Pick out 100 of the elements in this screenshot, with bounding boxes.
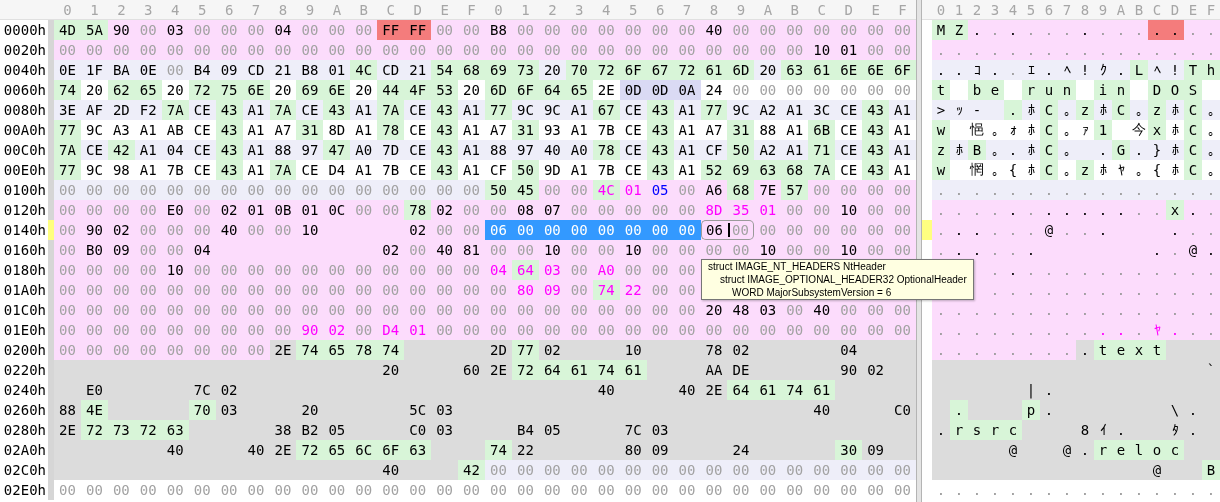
hex-byte: 2E (273, 341, 293, 360)
row-offset: 0220h (2, 361, 47, 380)
hex-byte: 88 (758, 121, 778, 140)
hex-byte: 22 (515, 441, 535, 460)
hex-byte: 00 (354, 261, 374, 280)
hex-byte: 9C (731, 101, 751, 120)
text-char: . (1061, 321, 1073, 340)
text-char: e (986, 80, 1004, 100)
hex-byte: 00 (704, 481, 724, 500)
hex-byte: 22 (623, 281, 643, 300)
hex-byte: 43 (215, 160, 243, 180)
hex-byte: 00 (58, 481, 77, 500)
hex-byte: D4 (327, 161, 347, 180)
hex-byte: 00 (569, 201, 589, 220)
hex-byte: A0 (354, 141, 374, 160)
text-char: G (1112, 140, 1130, 160)
hex-byte: 00 (84, 41, 104, 60)
text-char: @ (1007, 441, 1019, 460)
hex-byte: 01 (758, 201, 778, 220)
hex-byte: 00 (462, 481, 481, 500)
text-char: D (1148, 80, 1166, 100)
hex-byte: 00 (408, 281, 428, 300)
hex-byte: 8D (327, 121, 347, 140)
column-label: 3 (574, 0, 585, 19)
text-char: . (953, 341, 965, 360)
text-char: . (950, 400, 968, 420)
row-offset: 0060h (2, 81, 47, 100)
hex-byte: 00 (408, 41, 428, 60)
hex-byte: 61 (700, 60, 728, 80)
hex-byte: 31 (296, 120, 324, 140)
hex-byte: 00 (300, 481, 320, 500)
hex-byte: 43 (431, 120, 459, 140)
text-char: t (932, 80, 950, 100)
hex-byte: A1 (354, 101, 374, 120)
text-char: C (1112, 100, 1130, 120)
text-char: ! (1079, 61, 1091, 80)
hex-byte: 00 (785, 301, 805, 320)
column-label: 3 (143, 0, 154, 19)
text-char: . (1079, 441, 1091, 460)
text-cursor (728, 223, 731, 237)
hex-byte: 43 (862, 120, 890, 140)
hex-byte: 00 (327, 41, 347, 60)
text-char: ﾎ (1026, 141, 1036, 160)
text-char: . (1043, 341, 1055, 360)
hex-byte: 00 (273, 181, 293, 200)
hex-byte: 01 (327, 61, 347, 80)
text-char: ｺ (972, 61, 982, 80)
hex-byte: 00 (354, 481, 374, 500)
row-offset: 0040h (2, 61, 47, 80)
text-char: . (1133, 21, 1145, 40)
hex-byte: 43 (862, 100, 890, 120)
text-char: . (989, 281, 1001, 300)
text-char: p (1022, 400, 1040, 420)
hex-byte: 00 (677, 21, 697, 40)
hex-byte: 00 (839, 301, 859, 320)
text-char: ﾎ (1170, 141, 1180, 160)
hex-byte: 00 (785, 481, 805, 500)
hex-byte: 7A (54, 140, 81, 160)
text-char: . (1079, 201, 1091, 220)
hex-byte: 6F (889, 60, 916, 80)
hex-byte: 00 (596, 21, 616, 40)
hex-byte: 50 (485, 180, 512, 200)
text-char: s (968, 420, 986, 440)
hex-byte: 00 (300, 301, 320, 320)
hex-byte: 00 (165, 221, 185, 240)
hex-byte: 00 (435, 41, 454, 60)
hex-byte: 00 (839, 21, 859, 40)
hex-byte: A1 (246, 161, 266, 180)
hex-byte: 90 (111, 21, 131, 40)
hex-byte: CE (839, 141, 859, 160)
hex-byte: 00 (408, 181, 428, 200)
text-char: r (1022, 80, 1040, 100)
hex-byte: 00 (866, 241, 885, 260)
column-label: F (1205, 0, 1217, 19)
hex-byte: A1 (354, 121, 374, 140)
hex-byte: 0D (646, 80, 674, 100)
hex-byte: 00 (758, 221, 778, 240)
hex-byte: 00 (515, 41, 535, 60)
hex-byte: 00 (866, 181, 885, 200)
hex-byte: 43 (431, 160, 459, 180)
hex-byte: 00 (246, 281, 266, 300)
text-char: . (1166, 20, 1184, 40)
hex-byte: 00 (462, 321, 481, 340)
hex-byte: CE (839, 161, 859, 180)
text-char: . (989, 481, 1001, 500)
hex-byte: 00 (165, 281, 185, 300)
hex-byte: CE (408, 121, 428, 140)
hex-byte: 00 (435, 481, 454, 500)
hex-byte: 00 (192, 281, 212, 300)
text-char: . (953, 201, 965, 220)
hex-byte: 7A (808, 160, 836, 180)
text-char: . (953, 321, 965, 340)
text-char: . (935, 421, 947, 440)
hex-byte: 00 (839, 321, 859, 340)
hex-byte: 00 (58, 241, 77, 260)
hex-byte: 7B (596, 161, 616, 180)
hex-byte: A1 (785, 101, 805, 120)
hex-byte: 00 (165, 301, 185, 320)
hex-byte: 00 (84, 321, 104, 340)
hex-byte: 00 (381, 261, 401, 280)
